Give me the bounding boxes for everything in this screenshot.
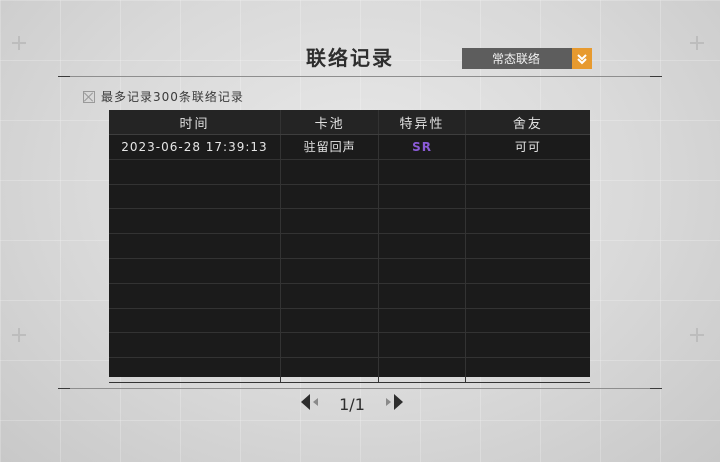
cell-roommate — [466, 185, 590, 209]
cell-time — [109, 184, 281, 209]
cell-pool — [281, 283, 380, 308]
cell-time — [109, 283, 281, 308]
cell-rarity — [379, 258, 466, 283]
cell-time — [109, 209, 281, 234]
cell-roommate — [466, 358, 590, 382]
cell-time — [109, 308, 281, 333]
pool-select-value: 常态联络 — [491, 52, 540, 66]
cell-roommate — [466, 209, 590, 233]
cell-rarity — [379, 209, 466, 234]
pager: 1/1 — [300, 393, 404, 415]
cell-pool — [281, 358, 380, 382]
background-cross — [12, 328, 26, 342]
header-roommate: 舍友 — [512, 116, 543, 132]
cell-rarity — [379, 159, 466, 184]
cell-time — [109, 333, 281, 358]
record-limit-note: 最多记录300条联络记录 — [83, 88, 244, 105]
table-row — [109, 159, 590, 185]
cell-roommate — [466, 284, 590, 308]
cell-time — [109, 358, 281, 382]
table-header: 时间 卡池 特异性 舍友 — [109, 110, 590, 135]
cell-rarity: SR — [379, 135, 466, 159]
cell-time: 2023-06-28 17:39:13 — [109, 135, 281, 159]
table-row: 2023-06-28 17:39:13 驻留回声 SR 可可 — [109, 135, 590, 160]
cell-roommate — [466, 309, 590, 333]
table-row — [109, 258, 590, 284]
table-row — [109, 308, 590, 334]
page-indicator: 1/1 — [339, 394, 365, 414]
page-title: 联络记录 — [306, 46, 394, 70]
table-row — [109, 358, 590, 383]
checkbox-icon — [83, 90, 95, 103]
cell-pool — [281, 333, 380, 358]
cell-pool — [281, 258, 380, 283]
dropdown-chevron-icon[interactable] — [572, 48, 592, 69]
table-body: 2023-06-28 17:39:13 驻留回声 SR 可可 — [109, 135, 590, 383]
cell-rarity — [379, 308, 466, 333]
cell-roommate — [466, 333, 590, 357]
header-pool: 卡池 — [281, 110, 380, 134]
cell-roommate — [466, 259, 590, 283]
table-row — [109, 234, 590, 259]
table-row — [109, 283, 590, 309]
header-rarity: 特异性 — [379, 110, 466, 134]
cell-roommate — [466, 234, 590, 258]
cell-rarity — [379, 283, 466, 308]
header-time: 时间 — [109, 110, 281, 134]
cell-pool — [281, 234, 380, 258]
cell-pool — [281, 184, 380, 209]
cell-time — [109, 159, 281, 184]
cell-pool — [281, 209, 380, 234]
bottom-divider — [58, 388, 662, 389]
cell-roommate — [466, 160, 590, 184]
record-limit-text: 最多记录300条联络记录 — [101, 90, 244, 104]
cell-time — [109, 234, 281, 258]
cell-roommate: 可可 — [514, 140, 541, 155]
pool-select-dropdown[interactable]: 常态联络 — [462, 48, 592, 69]
record-table: 时间 卡池 特异性 舍友 2023-06-28 17:39:13 驻留回声 SR 可可 — [109, 110, 590, 383]
table-row — [109, 333, 590, 359]
cell-pool — [281, 159, 380, 184]
table-row — [109, 209, 590, 235]
cell-pool: 驻留回声 — [281, 135, 380, 159]
next-page-icon[interactable] — [382, 393, 404, 415]
cell-rarity — [379, 184, 466, 209]
top-divider — [58, 76, 662, 77]
cell-rarity — [379, 234, 466, 258]
cell-pool — [281, 308, 380, 333]
cell-time — [109, 258, 281, 283]
prev-page-icon[interactable] — [300, 393, 322, 415]
cell-rarity — [379, 358, 466, 382]
table-row — [109, 184, 590, 210]
background-cross — [690, 328, 704, 342]
cell-rarity — [379, 333, 466, 358]
